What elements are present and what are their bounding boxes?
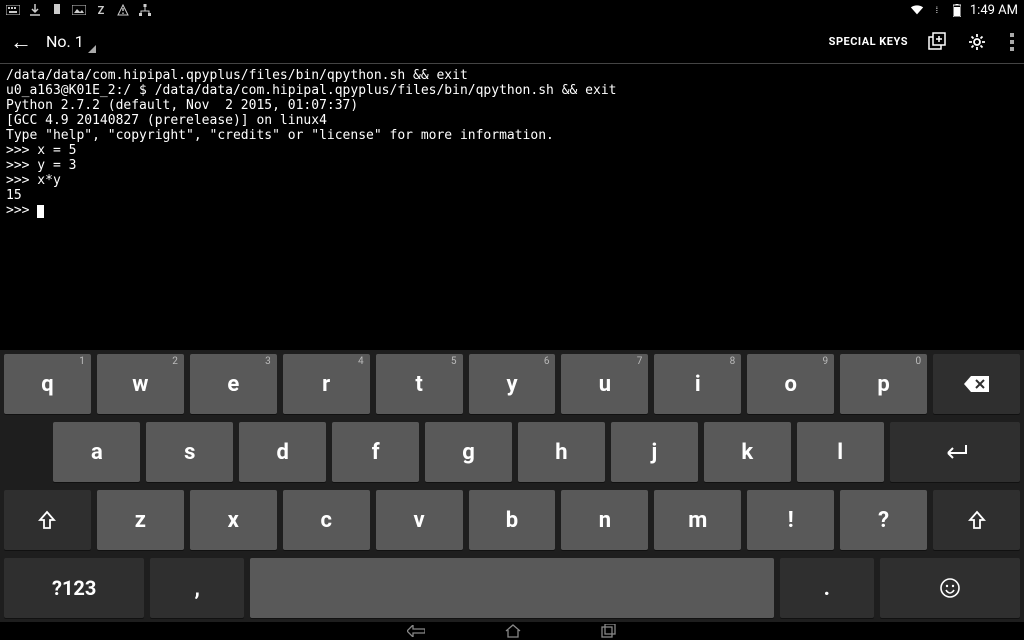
key-comma[interactable]: , — [150, 558, 244, 618]
key-l[interactable]: l — [797, 422, 884, 482]
key-r[interactable]: 4r — [283, 354, 370, 414]
terminal-line: /data/data/com.hipipal.qpyplus/files/bin… — [6, 68, 468, 83]
terminal-line: >>> x*y — [6, 173, 61, 188]
terminal-line: >>> y = 3 — [6, 158, 76, 173]
key-row-4: ?123 , . — [0, 554, 1024, 622]
key-exclaim[interactable]: ! — [747, 490, 834, 550]
key-backspace[interactable] — [933, 354, 1020, 414]
key-z[interactable]: z — [97, 490, 184, 550]
terminal-line: Type "help", "copyright", "credits" or "… — [6, 128, 554, 143]
key-b[interactable]: b — [469, 490, 556, 550]
key-enter[interactable] — [890, 422, 1020, 482]
terminal-line: 15 — [6, 188, 22, 203]
nav-back-icon[interactable] — [407, 625, 425, 637]
key-question[interactable]: ? — [840, 490, 927, 550]
terminal-line: >>> x = 5 — [6, 143, 76, 158]
key-i[interactable]: 8i — [654, 354, 741, 414]
key-a[interactable]: a — [53, 422, 140, 482]
network-icon — [138, 3, 152, 17]
nav-recent-icon[interactable] — [601, 624, 617, 638]
android-status-bar: Z ⁞ 1:49 AM — [0, 0, 1024, 20]
key-space[interactable] — [250, 558, 774, 618]
keyboard-icon — [6, 3, 20, 17]
key-y[interactable]: 6y — [469, 354, 556, 414]
key-h[interactable]: h — [518, 422, 605, 482]
key-row-2: a s d f g h j k l — [0, 418, 1024, 486]
key-period[interactable]: . — [780, 558, 874, 618]
key-x[interactable]: x — [190, 490, 277, 550]
notification-icon — [50, 3, 64, 17]
key-symbols[interactable]: ?123 — [4, 558, 144, 618]
on-screen-keyboard: 1q 2w 3e 4r 5t 6y 7u 8i 9o 0p a s d f g … — [0, 350, 1024, 622]
nav-home-icon[interactable] — [505, 624, 521, 638]
key-n[interactable]: n — [561, 490, 648, 550]
key-g[interactable]: g — [425, 422, 512, 482]
battery-icon — [950, 3, 964, 17]
key-row-3: z x c v b n m ! ? — [0, 486, 1024, 554]
cursor — [37, 205, 44, 218]
key-e[interactable]: 3e — [190, 354, 277, 414]
app-bar: ← No. 1 SPECIAL KEYS — [0, 20, 1024, 64]
key-row-1: 1q 2w 3e 4r 5t 6y 7u 8i 9o 0p — [0, 350, 1024, 418]
key-shift-right[interactable] — [933, 490, 1020, 550]
terminal-line: [GCC 4.9 20140827 (prerelease)] on linux… — [6, 113, 327, 128]
android-nav-bar — [0, 622, 1024, 640]
key-s[interactable]: s — [146, 422, 233, 482]
session-title[interactable]: No. 1 — [46, 32, 94, 51]
key-m[interactable]: m — [654, 490, 741, 550]
z-icon: Z — [94, 3, 108, 17]
key-d[interactable]: d — [239, 422, 326, 482]
key-u[interactable]: 7u — [561, 354, 648, 414]
new-window-icon[interactable] — [926, 31, 948, 53]
terminal-prompt: >>> — [6, 203, 37, 218]
back-button[interactable]: ← — [6, 29, 36, 55]
key-shift-left[interactable] — [4, 490, 91, 550]
key-emoji[interactable] — [880, 558, 1020, 618]
terminal-output[interactable]: /data/data/com.hipipal.qpyplus/files/bin… — [0, 64, 1024, 350]
terminal-line: u0_a163@K01E_2:/ $ /data/data/com.hipipa… — [6, 83, 616, 98]
key-t[interactable]: 5t — [376, 354, 463, 414]
status-right: ⁞ 1:49 AM — [910, 3, 1018, 18]
status-left: Z — [6, 3, 152, 17]
key-k[interactable]: k — [704, 422, 791, 482]
wifi-icon — [910, 3, 924, 17]
download-icon — [28, 3, 42, 17]
key-j[interactable]: j — [611, 422, 698, 482]
key-p[interactable]: 0p — [840, 354, 927, 414]
key-f[interactable]: f — [332, 422, 419, 482]
terminal-line: Python 2.7.2 (default, Nov 2 2015, 01:07… — [6, 98, 358, 113]
image-icon — [72, 3, 86, 17]
gear-icon[interactable] — [966, 31, 988, 53]
special-keys-button[interactable]: SPECIAL KEYS — [829, 35, 908, 48]
warning-icon — [116, 3, 130, 17]
overflow-menu-icon[interactable] — [1006, 33, 1018, 51]
key-v[interactable]: v — [376, 490, 463, 550]
key-q[interactable]: 1q — [4, 354, 91, 414]
signal-icon: ⁞ — [930, 3, 944, 17]
key-c[interactable]: c — [283, 490, 370, 550]
clock: 1:49 AM — [970, 3, 1018, 18]
key-o[interactable]: 9o — [747, 354, 834, 414]
key-w[interactable]: 2w — [97, 354, 184, 414]
